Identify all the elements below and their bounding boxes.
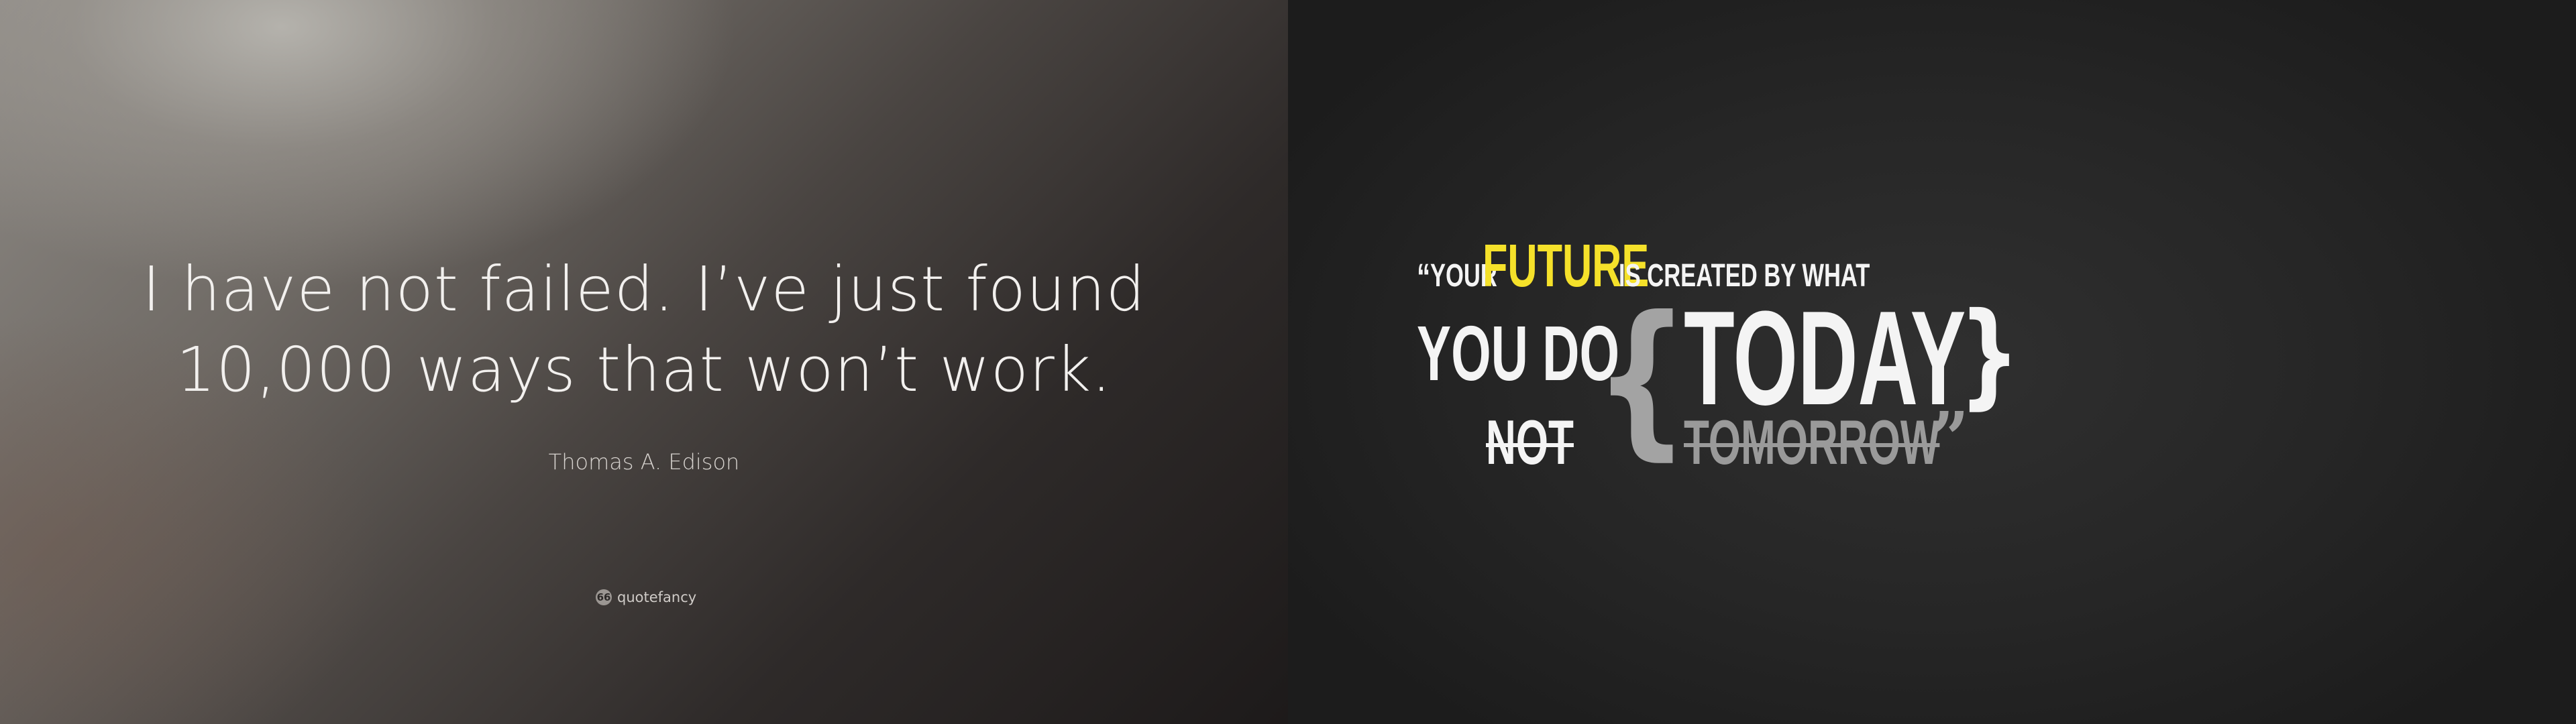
edison-quote-wallpaper: I have not failed. I’ve just found 10,00… <box>0 0 1288 724</box>
quote-marks-icon: 66 <box>596 589 612 605</box>
quote-author: Thomas A. Edison <box>548 449 740 475</box>
quote-text: I have not failed. I’ve just found 10,00… <box>0 249 1288 410</box>
word-tomorrow-struck: TOMORROW <box>1684 407 1940 477</box>
phrase-you-do: YOU DO <box>1417 310 1620 397</box>
brand-name: quotefancy <box>617 589 697 605</box>
future-quote-wallpaper: “ YOUR FUTURE IS CREATED BY WHAT YOU DO … <box>1288 0 2576 724</box>
quotefancy-logo: 66 quotefancy <box>596 589 696 605</box>
word-not-struck: NOT <box>1486 407 1574 477</box>
quote-line-1: I have not failed. I’ve just found <box>142 253 1146 325</box>
close-quote-mark: ” <box>1931 396 1969 482</box>
open-quote-mark: “ <box>1417 255 1431 298</box>
quote-line-2: 10,000 ways that won’t work. <box>176 334 1112 406</box>
dual-wallpaper: I have not failed. I’ve just found 10,00… <box>0 0 2576 724</box>
open-brace: { <box>1594 280 1690 475</box>
